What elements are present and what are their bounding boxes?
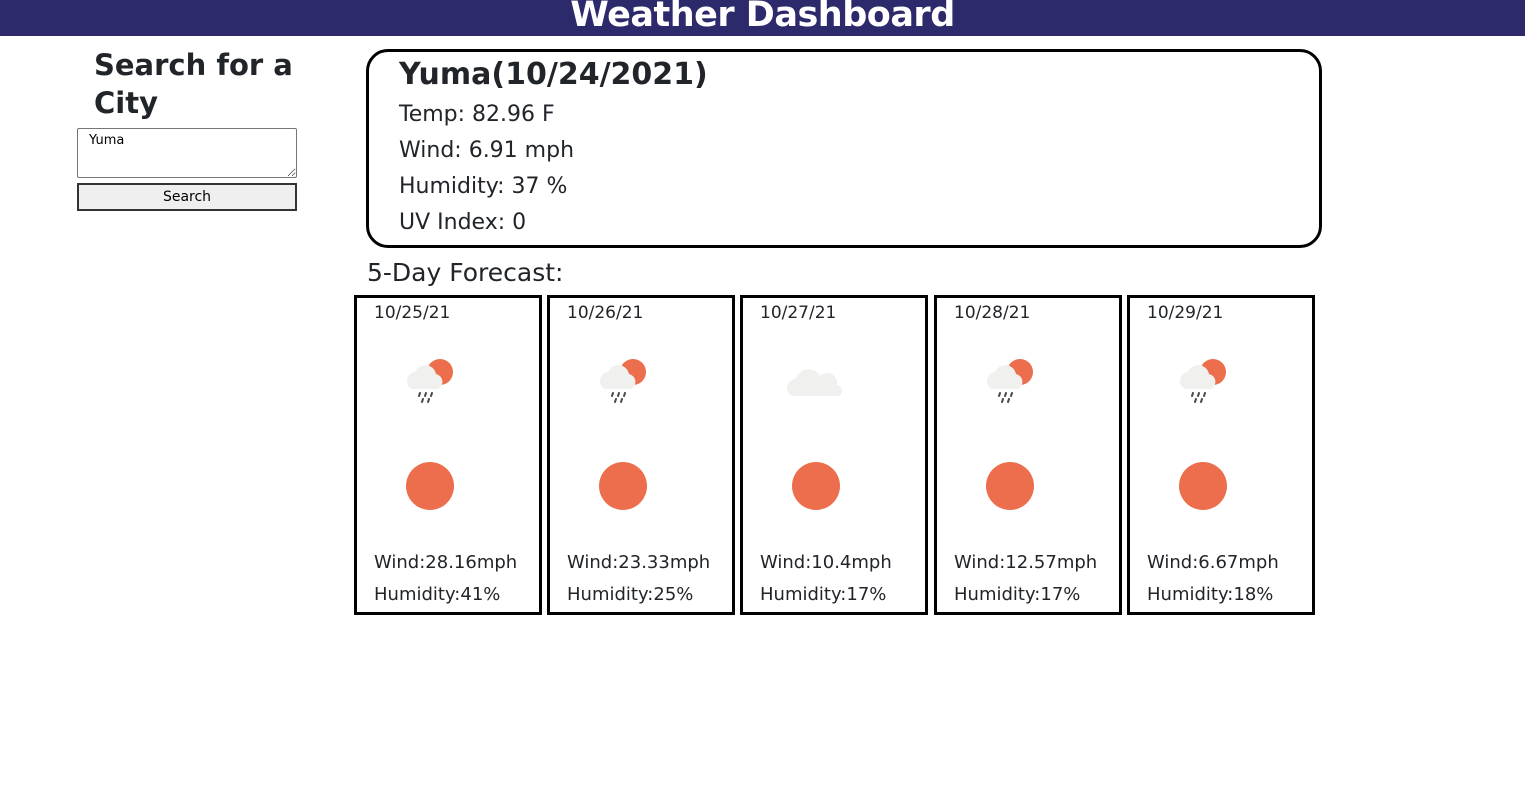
current-weather-card: Yuma(10/24/2021) Temp: 82.96 F Wind: 6.9… bbox=[366, 49, 1322, 248]
page-title: Weather Dashboard bbox=[570, 0, 955, 35]
forecast-wind: Wind:23.33mph bbox=[567, 552, 711, 573]
sun-icon bbox=[406, 462, 454, 510]
forecast-title: 5-Day Forecast: bbox=[367, 258, 564, 287]
forecast-card: 10/28/21 Wind:12.57mph Humidity:17% bbox=[934, 295, 1122, 615]
forecast-date: 10/27/21 bbox=[760, 303, 837, 323]
current-temp: Temp: 82.96 F bbox=[399, 102, 555, 127]
forecast-date: 10/25/21 bbox=[374, 303, 451, 323]
forecast-humidity: Humidity:25% bbox=[567, 584, 694, 605]
forecast-card: 10/26/21 Wind:23.33mph Humidity:25% bbox=[547, 295, 735, 615]
forecast-date: 10/28/21 bbox=[954, 303, 1031, 323]
sun-icon bbox=[792, 462, 840, 510]
rain-sun-icon bbox=[600, 359, 646, 403]
forecast-card: 10/29/21 Wind:6.67mph Humidity:18% bbox=[1127, 295, 1315, 615]
sun-icon bbox=[599, 462, 647, 510]
forecast-card: 10/25/21 Wind:28.16mph Humidity:41% bbox=[354, 295, 542, 615]
forecast-card: 10/27/21 Wind:10.4mph Humidity:17% bbox=[740, 295, 928, 615]
current-wind: Wind: 6.91 mph bbox=[399, 138, 575, 163]
forecast-humidity: Humidity:41% bbox=[374, 584, 501, 605]
cloud-icon bbox=[787, 369, 842, 396]
forecast-wind: Wind:12.57mph bbox=[954, 552, 1098, 573]
forecast-wind: Wind:28.16mph bbox=[374, 552, 518, 573]
city-search-input[interactable]: Yuma bbox=[77, 128, 297, 178]
forecast-humidity: Humidity:18% bbox=[1147, 584, 1274, 605]
rain-sun-icon bbox=[987, 359, 1033, 403]
forecast-wind: Wind:6.67mph bbox=[1147, 552, 1279, 573]
forecast-date: 10/29/21 bbox=[1147, 303, 1224, 323]
search-button[interactable]: Search bbox=[77, 183, 297, 211]
rain-sun-icon bbox=[407, 359, 453, 403]
search-title: Search for a City bbox=[94, 48, 293, 120]
sun-icon bbox=[1179, 462, 1227, 510]
current-uv-index: UV Index: 0 bbox=[399, 210, 527, 235]
forecast-date: 10/26/21 bbox=[567, 303, 644, 323]
forecast-wind: Wind:10.4mph bbox=[760, 552, 892, 573]
current-humidity: Humidity: 37 % bbox=[399, 174, 568, 199]
sun-icon bbox=[986, 462, 1034, 510]
rain-sun-icon bbox=[1180, 359, 1226, 403]
forecast-humidity: Humidity:17% bbox=[760, 584, 887, 605]
current-city-date: Yuma(10/24/2021) bbox=[399, 57, 708, 92]
header-bar: Weather Dashboard bbox=[0, 0, 1525, 36]
forecast-humidity: Humidity:17% bbox=[954, 584, 1081, 605]
